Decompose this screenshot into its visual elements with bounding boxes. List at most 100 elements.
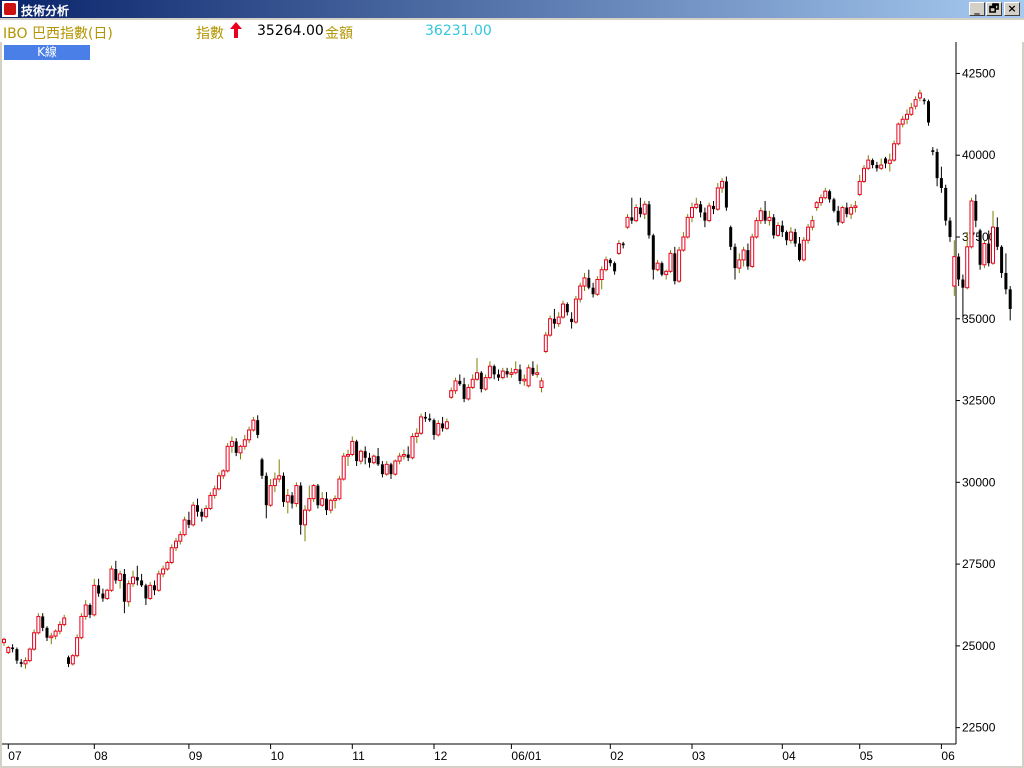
candle: [664, 269, 669, 280]
candle-body: [987, 243, 991, 264]
candle: [892, 140, 897, 162]
candle-body: [238, 445, 243, 454]
candle: [801, 236, 806, 262]
candle: [927, 99, 930, 126]
candle-body: [720, 180, 725, 189]
candle: [862, 165, 866, 184]
close-button[interactable]: ×: [1004, 2, 1020, 16]
candle-body: [325, 498, 328, 511]
candle: [849, 204, 854, 219]
candle-body: [703, 212, 707, 221]
candle: [389, 462, 393, 480]
candle-body: [500, 370, 505, 379]
candle: [909, 102, 914, 116]
restore-button[interactable]: 🗗: [986, 2, 1002, 16]
candle-body: [126, 583, 131, 603]
candlestick-chart: 2250025000275003000032500350003750040000…: [2, 42, 1012, 763]
candle: [97, 578, 101, 597]
candle: [1004, 253, 1008, 295]
candle: [341, 452, 346, 481]
candle-body: [788, 231, 793, 241]
candle: [105, 588, 110, 601]
x-tick-label: 10: [271, 749, 285, 763]
candle-body: [497, 374, 500, 378]
candle: [758, 207, 763, 224]
candle: [819, 194, 823, 206]
candle-body: [57, 624, 62, 632]
minimize-button[interactable]: _: [969, 2, 985, 16]
candle: [944, 184, 948, 226]
candle-body: [45, 627, 49, 638]
candle-body: [453, 380, 458, 392]
candle: [161, 565, 166, 578]
chart-area: 2250025000275003000032500350003750040000…: [2, 42, 1022, 766]
candle-body: [256, 420, 260, 435]
candle: [380, 461, 384, 478]
candle: [282, 472, 285, 507]
candle: [522, 374, 527, 386]
candle: [135, 565, 139, 586]
candle: [1000, 245, 1004, 278]
candle-body: [487, 365, 492, 379]
candle: [535, 364, 540, 378]
candle: [221, 469, 226, 480]
candle: [470, 374, 475, 390]
index-name-label: IBO 巴西指數(日): [3, 26, 113, 42]
tab-k-line[interactable]: K線: [4, 45, 90, 60]
candle-body: [879, 164, 884, 169]
candle-body: [909, 107, 914, 115]
candle: [913, 96, 918, 110]
candle-body: [638, 207, 642, 215]
candle-body: [414, 432, 419, 438]
candle: [79, 613, 84, 640]
candle-body: [79, 615, 84, 639]
candle-body: [741, 249, 746, 261]
arrow-up-icon: [230, 22, 242, 42]
candle: [991, 210, 995, 265]
candle-body: [217, 475, 221, 490]
candle-body: [135, 577, 139, 581]
candle: [67, 655, 70, 668]
candle: [234, 438, 238, 457]
candle: [441, 416, 445, 432]
candle: [466, 384, 471, 401]
candle: [625, 214, 630, 229]
candle: [565, 302, 569, 316]
y-tick-label: 25000: [962, 639, 996, 653]
candle-body: [746, 250, 750, 267]
candle-body: [393, 460, 398, 475]
candle: [290, 492, 294, 509]
candle-body: [441, 423, 445, 429]
candle-body: [935, 151, 939, 179]
candle: [45, 626, 49, 641]
candle: [785, 230, 789, 246]
candle-body: [475, 372, 479, 380]
candle: [879, 158, 884, 170]
candle-body: [505, 371, 509, 375]
title-bar[interactable]: 技術分析 _ 🗗 ×: [0, 0, 1024, 18]
candle-body: [320, 498, 325, 506]
candle: [539, 377, 544, 393]
candle-body: [268, 485, 273, 506]
candle-body: [707, 205, 712, 222]
candle: [707, 202, 712, 223]
candle-body: [995, 227, 999, 247]
candle: [871, 158, 875, 169]
candle-body: [19, 662, 23, 664]
candle-body: [871, 160, 875, 166]
candle-body: [522, 378, 527, 382]
candle-body: [832, 199, 836, 211]
candle: [419, 413, 424, 435]
candle: [712, 201, 715, 215]
candle-body: [608, 259, 612, 264]
candle: [41, 613, 45, 632]
candle: [931, 147, 935, 156]
candle-body: [630, 217, 634, 221]
candle-body: [974, 201, 978, 221]
candle-body: [272, 478, 277, 487]
candle-body: [251, 419, 256, 431]
candle: [642, 201, 647, 219]
candle: [767, 210, 772, 226]
candle-body: [462, 384, 466, 399]
candle-body: [591, 287, 595, 295]
